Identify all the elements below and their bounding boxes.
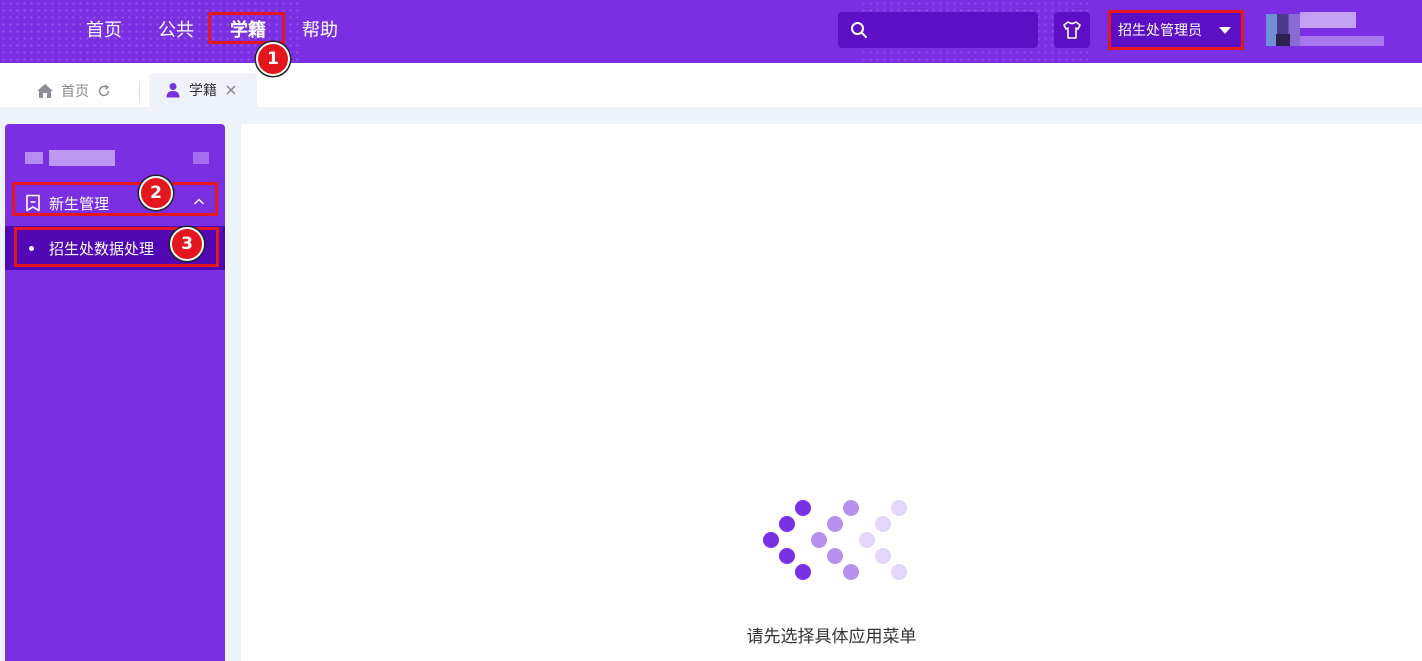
empty-state-hint: 请先选择具体应用菜单 — [746, 627, 917, 647]
tab-label: 首页 — [61, 84, 89, 100]
tab-label: 学籍 — [189, 83, 217, 99]
loading-dots-icon — [763, 500, 907, 580]
step-badge: 1 — [256, 42, 290, 76]
user-profile[interactable] — [1258, 8, 1400, 62]
tshirt-icon — [1063, 21, 1081, 39]
user-name-blurred — [1300, 12, 1356, 28]
home-icon — [37, 84, 53, 98]
tab-separator — [139, 81, 140, 103]
search-icon — [851, 22, 867, 38]
sidebar-header-blurred — [193, 152, 209, 164]
sidebar-header-blurred — [49, 150, 115, 166]
close-icon[interactable] — [225, 84, 237, 96]
refresh-icon[interactable] — [97, 84, 111, 98]
user-icon — [166, 83, 180, 98]
nav-item-home[interactable]: 首页 — [68, 16, 140, 42]
highlight-box — [12, 182, 218, 216]
tab-home[interactable]: 首页 — [36, 73, 111, 109]
search-box[interactable] — [838, 12, 1038, 48]
highlight-box — [208, 12, 285, 44]
nav-item-help[interactable]: 帮助 — [284, 16, 356, 42]
sidebar-header-blurred — [25, 152, 43, 164]
user-subtitle-blurred — [1300, 36, 1384, 46]
highlight-box — [1108, 10, 1244, 50]
tab-student-status[interactable]: 学籍 — [149, 73, 257, 107]
search-input[interactable] — [876, 22, 1026, 38]
nav-item-public[interactable]: 公共 — [140, 16, 212, 42]
step-badge: 2 — [139, 176, 173, 210]
step-badge: 3 — [170, 227, 204, 261]
avatar — [1266, 14, 1300, 46]
theme-button[interactable] — [1054, 12, 1090, 48]
main-content: 请先选择具体应用菜单 — [241, 124, 1422, 661]
